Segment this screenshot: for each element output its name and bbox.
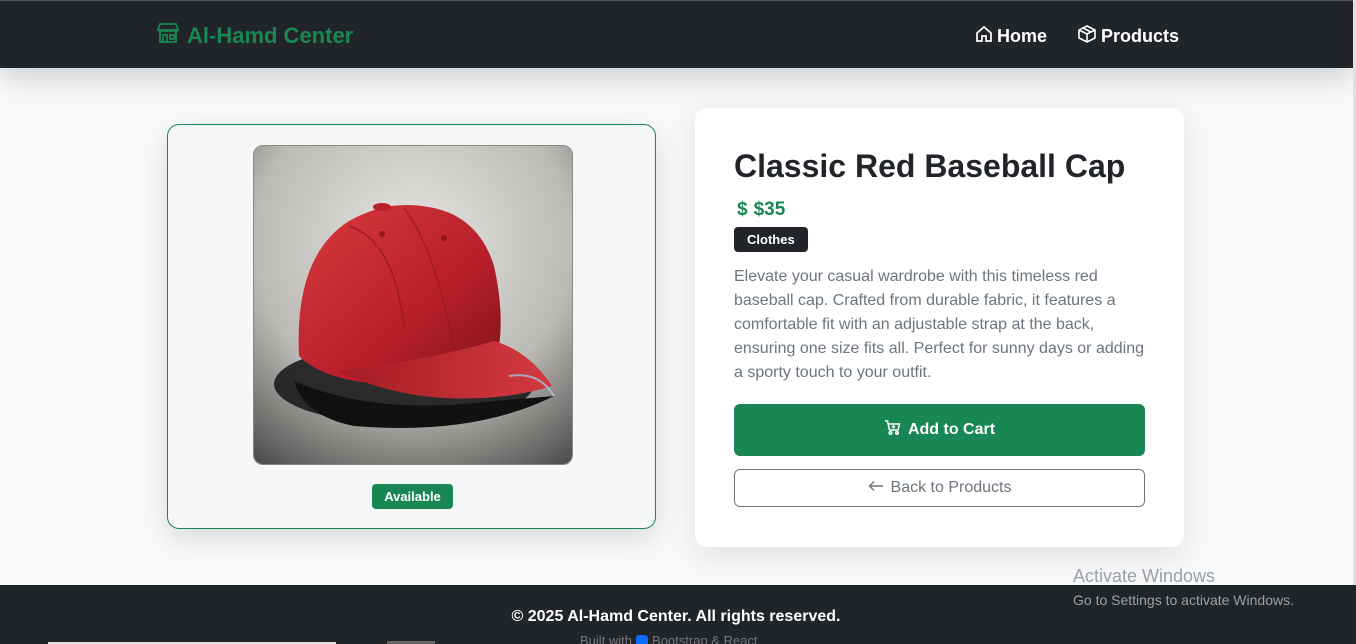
category-badge: Clothes bbox=[734, 227, 808, 252]
product-image bbox=[253, 145, 573, 465]
brand-name: Al-Hamd Center bbox=[187, 23, 354, 48]
nav-products-label: Products bbox=[1101, 26, 1180, 46]
add-to-cart-button[interactable]: Add to Cart bbox=[734, 404, 1145, 456]
footer-built-suffix: Bootstrap & React bbox=[652, 633, 758, 644]
footer-copyright: © 2025 Al-Hamd Center. All rights reserv… bbox=[511, 608, 841, 625]
arrow-left-icon bbox=[868, 479, 884, 497]
house-icon bbox=[975, 25, 993, 48]
footer-built-prefix: Built with bbox=[580, 633, 633, 644]
brand-link[interactable]: Al-Hamd Center bbox=[156, 22, 353, 50]
nav-home-label: Home bbox=[997, 26, 1048, 46]
nav-home-link[interactable]: Home bbox=[975, 24, 1047, 49]
price-value: $35 bbox=[753, 199, 786, 220]
store-icon bbox=[156, 22, 180, 50]
box-icon bbox=[1077, 24, 1097, 49]
product-price: $ $35 bbox=[737, 199, 785, 221]
watermark-title: Activate Windows bbox=[1073, 566, 1216, 586]
back-to-products-button[interactable]: Back to Products bbox=[734, 469, 1145, 507]
currency-icon: $ bbox=[737, 199, 748, 220]
bootstrap-icon bbox=[636, 634, 649, 644]
availability-badge: Available bbox=[372, 484, 453, 509]
product-title: Classic Red Baseball Cap bbox=[734, 148, 1126, 184]
product-image-card: Available bbox=[167, 124, 656, 529]
footer-built-with: Built with Bootstrap & React bbox=[580, 633, 758, 644]
nav-links: Home Products bbox=[975, 24, 1179, 49]
product-info-card: Classic Red Baseball Cap $ $35 Clothes E… bbox=[695, 108, 1184, 547]
back-to-products-label: Back to Products bbox=[890, 479, 1012, 496]
navbar: Al-Hamd Center Home Products bbox=[0, 0, 1353, 68]
footer: © 2025 Al-Hamd Center. All rights reserv… bbox=[0, 585, 1356, 644]
product-description: Elevate your casual wardrobe with this t… bbox=[734, 268, 1144, 381]
cart-icon bbox=[884, 419, 901, 441]
add-to-cart-label: Add to Cart bbox=[907, 421, 996, 438]
nav-products-link[interactable]: Products bbox=[1077, 24, 1179, 49]
